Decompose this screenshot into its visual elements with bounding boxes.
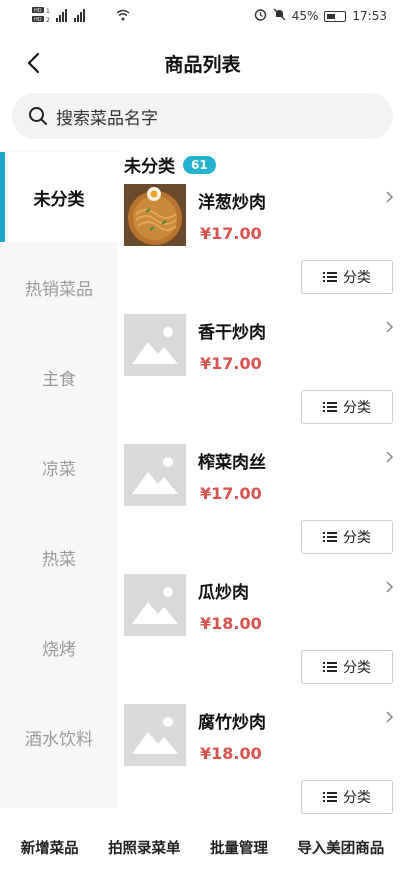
sidebar-item-label: 主食: [42, 369, 76, 390]
svg-text:2: 2: [46, 17, 50, 24]
svg-text:HD: HD: [34, 8, 42, 14]
page-title: 商品列表: [164, 54, 241, 76]
batch-manage-button[interactable]: 批量管理: [210, 837, 268, 858]
nav-bar: 商品列表: [0, 40, 405, 86]
product-name: 洋葱炒肉: [198, 193, 266, 213]
chevron-right-icon: [386, 191, 394, 203]
category-sidebar: 未分类 热销菜品 主食 凉菜 热菜 烧烤 酒水饮料: [0, 150, 118, 808]
add-dish-button[interactable]: 新增菜品: [21, 837, 79, 858]
sidebar-item-label: 凉菜: [42, 459, 76, 480]
status-right: 45% 17:53: [254, 8, 387, 24]
product-price: ¥18.00: [200, 614, 262, 633]
search-icon: [29, 107, 47, 125]
sidebar-item-label: 热销菜品: [25, 279, 93, 300]
product-item[interactable]: 榨菜肉丝 ¥17.00 分类: [118, 444, 405, 574]
import-meituan-button[interactable]: 导入美团商品: [297, 837, 384, 858]
image-placeholder-icon: [124, 314, 186, 376]
category-button[interactable]: 分类: [301, 520, 393, 554]
product-item[interactable]: 香干炒肉 ¥17.00 分类: [118, 314, 405, 444]
search-input[interactable]: 搜索菜品名字: [12, 93, 393, 139]
sim-signal-icon: HD HD 1 2: [32, 6, 110, 27]
sidebar-item-uncategorized[interactable]: 未分类: [0, 152, 118, 242]
category-button[interactable]: 分类: [301, 780, 393, 814]
list-icon: [323, 532, 337, 542]
search-placeholder: 搜索菜品名字: [56, 108, 158, 129]
status-time: 17:53: [352, 9, 387, 23]
product-price: ¥17.00: [200, 224, 262, 243]
product-price: ¥17.00: [200, 354, 262, 373]
sidebar-item-label: 烧烤: [42, 639, 76, 660]
sidebar-item-label: 未分类: [33, 189, 85, 210]
chevron-right-icon: [386, 321, 394, 333]
product-item[interactable]: 瓜炒肉 ¥18.00 分类: [118, 574, 405, 704]
chevron-right-icon: [386, 451, 394, 463]
product-name: 瓜炒肉: [198, 583, 249, 603]
image-placeholder-icon: [124, 704, 186, 766]
category-button[interactable]: 分类: [301, 650, 393, 684]
list-icon: [323, 792, 337, 802]
product-item[interactable]: 腐竹炒肉 ¥18.00 分类: [118, 704, 405, 834]
photo-menu-entry-button[interactable]: 拍照录菜单: [108, 837, 181, 858]
count-badge: 61: [183, 155, 216, 174]
product-name: 香干炒肉: [198, 323, 266, 343]
image-placeholder-icon: [124, 574, 186, 636]
product-name: 榨菜肉丝: [198, 453, 266, 473]
mute-icon: [273, 8, 286, 24]
sidebar-item-drinks[interactable]: 酒水饮料: [0, 692, 118, 782]
svg-text:1: 1: [46, 8, 50, 15]
list-icon: [323, 402, 337, 412]
battery-icon: [324, 10, 347, 22]
sidebar-item-hot-dishes[interactable]: 热销菜品: [0, 242, 118, 332]
category-button[interactable]: 分类: [301, 260, 393, 294]
list-icon: [323, 272, 337, 282]
category-button-label: 分类: [343, 790, 371, 806]
category-button-label: 分类: [343, 660, 371, 676]
section-title: 未分类: [124, 157, 175, 177]
category-button[interactable]: 分类: [301, 390, 393, 424]
sidebar-item-hot-food[interactable]: 热菜: [0, 512, 118, 602]
category-button-label: 分类: [343, 270, 371, 286]
product-name: 腐竹炒肉: [198, 713, 266, 733]
sidebar-item-bbq[interactable]: 烧烤: [0, 602, 118, 692]
wifi-icon: [116, 9, 130, 24]
sidebar-item-staple[interactable]: 主食: [0, 332, 118, 422]
product-price: ¥18.00: [200, 744, 262, 763]
chevron-right-icon: [386, 711, 394, 723]
sidebar-item-cold-dishes[interactable]: 凉菜: [0, 422, 118, 512]
product-price: ¥17.00: [200, 484, 262, 503]
bottom-action-bar: 新增菜品 拍照录菜单 批量管理 导入美团商品: [0, 816, 405, 878]
alarm-icon: [254, 8, 267, 24]
svg-text:HD: HD: [34, 17, 42, 23]
category-button-label: 分类: [343, 530, 371, 546]
section-header: 未分类 61: [124, 152, 216, 177]
status-bar: HD HD 1 2 45% 17:53: [0, 0, 405, 32]
sidebar-item-label: 热菜: [42, 549, 76, 570]
chevron-right-icon: [386, 581, 394, 593]
list-icon: [323, 662, 337, 672]
battery-percent: 45%: [291, 9, 319, 23]
product-item[interactable]: 洋葱炒肉 ¥17.00 分类: [118, 184, 405, 314]
image-placeholder-icon: [124, 444, 186, 506]
category-button-label: 分类: [343, 400, 371, 416]
dish-photo: [124, 184, 186, 246]
status-left: HD HD 1 2: [32, 6, 130, 27]
sidebar-item-label: 酒水饮料: [25, 729, 93, 750]
